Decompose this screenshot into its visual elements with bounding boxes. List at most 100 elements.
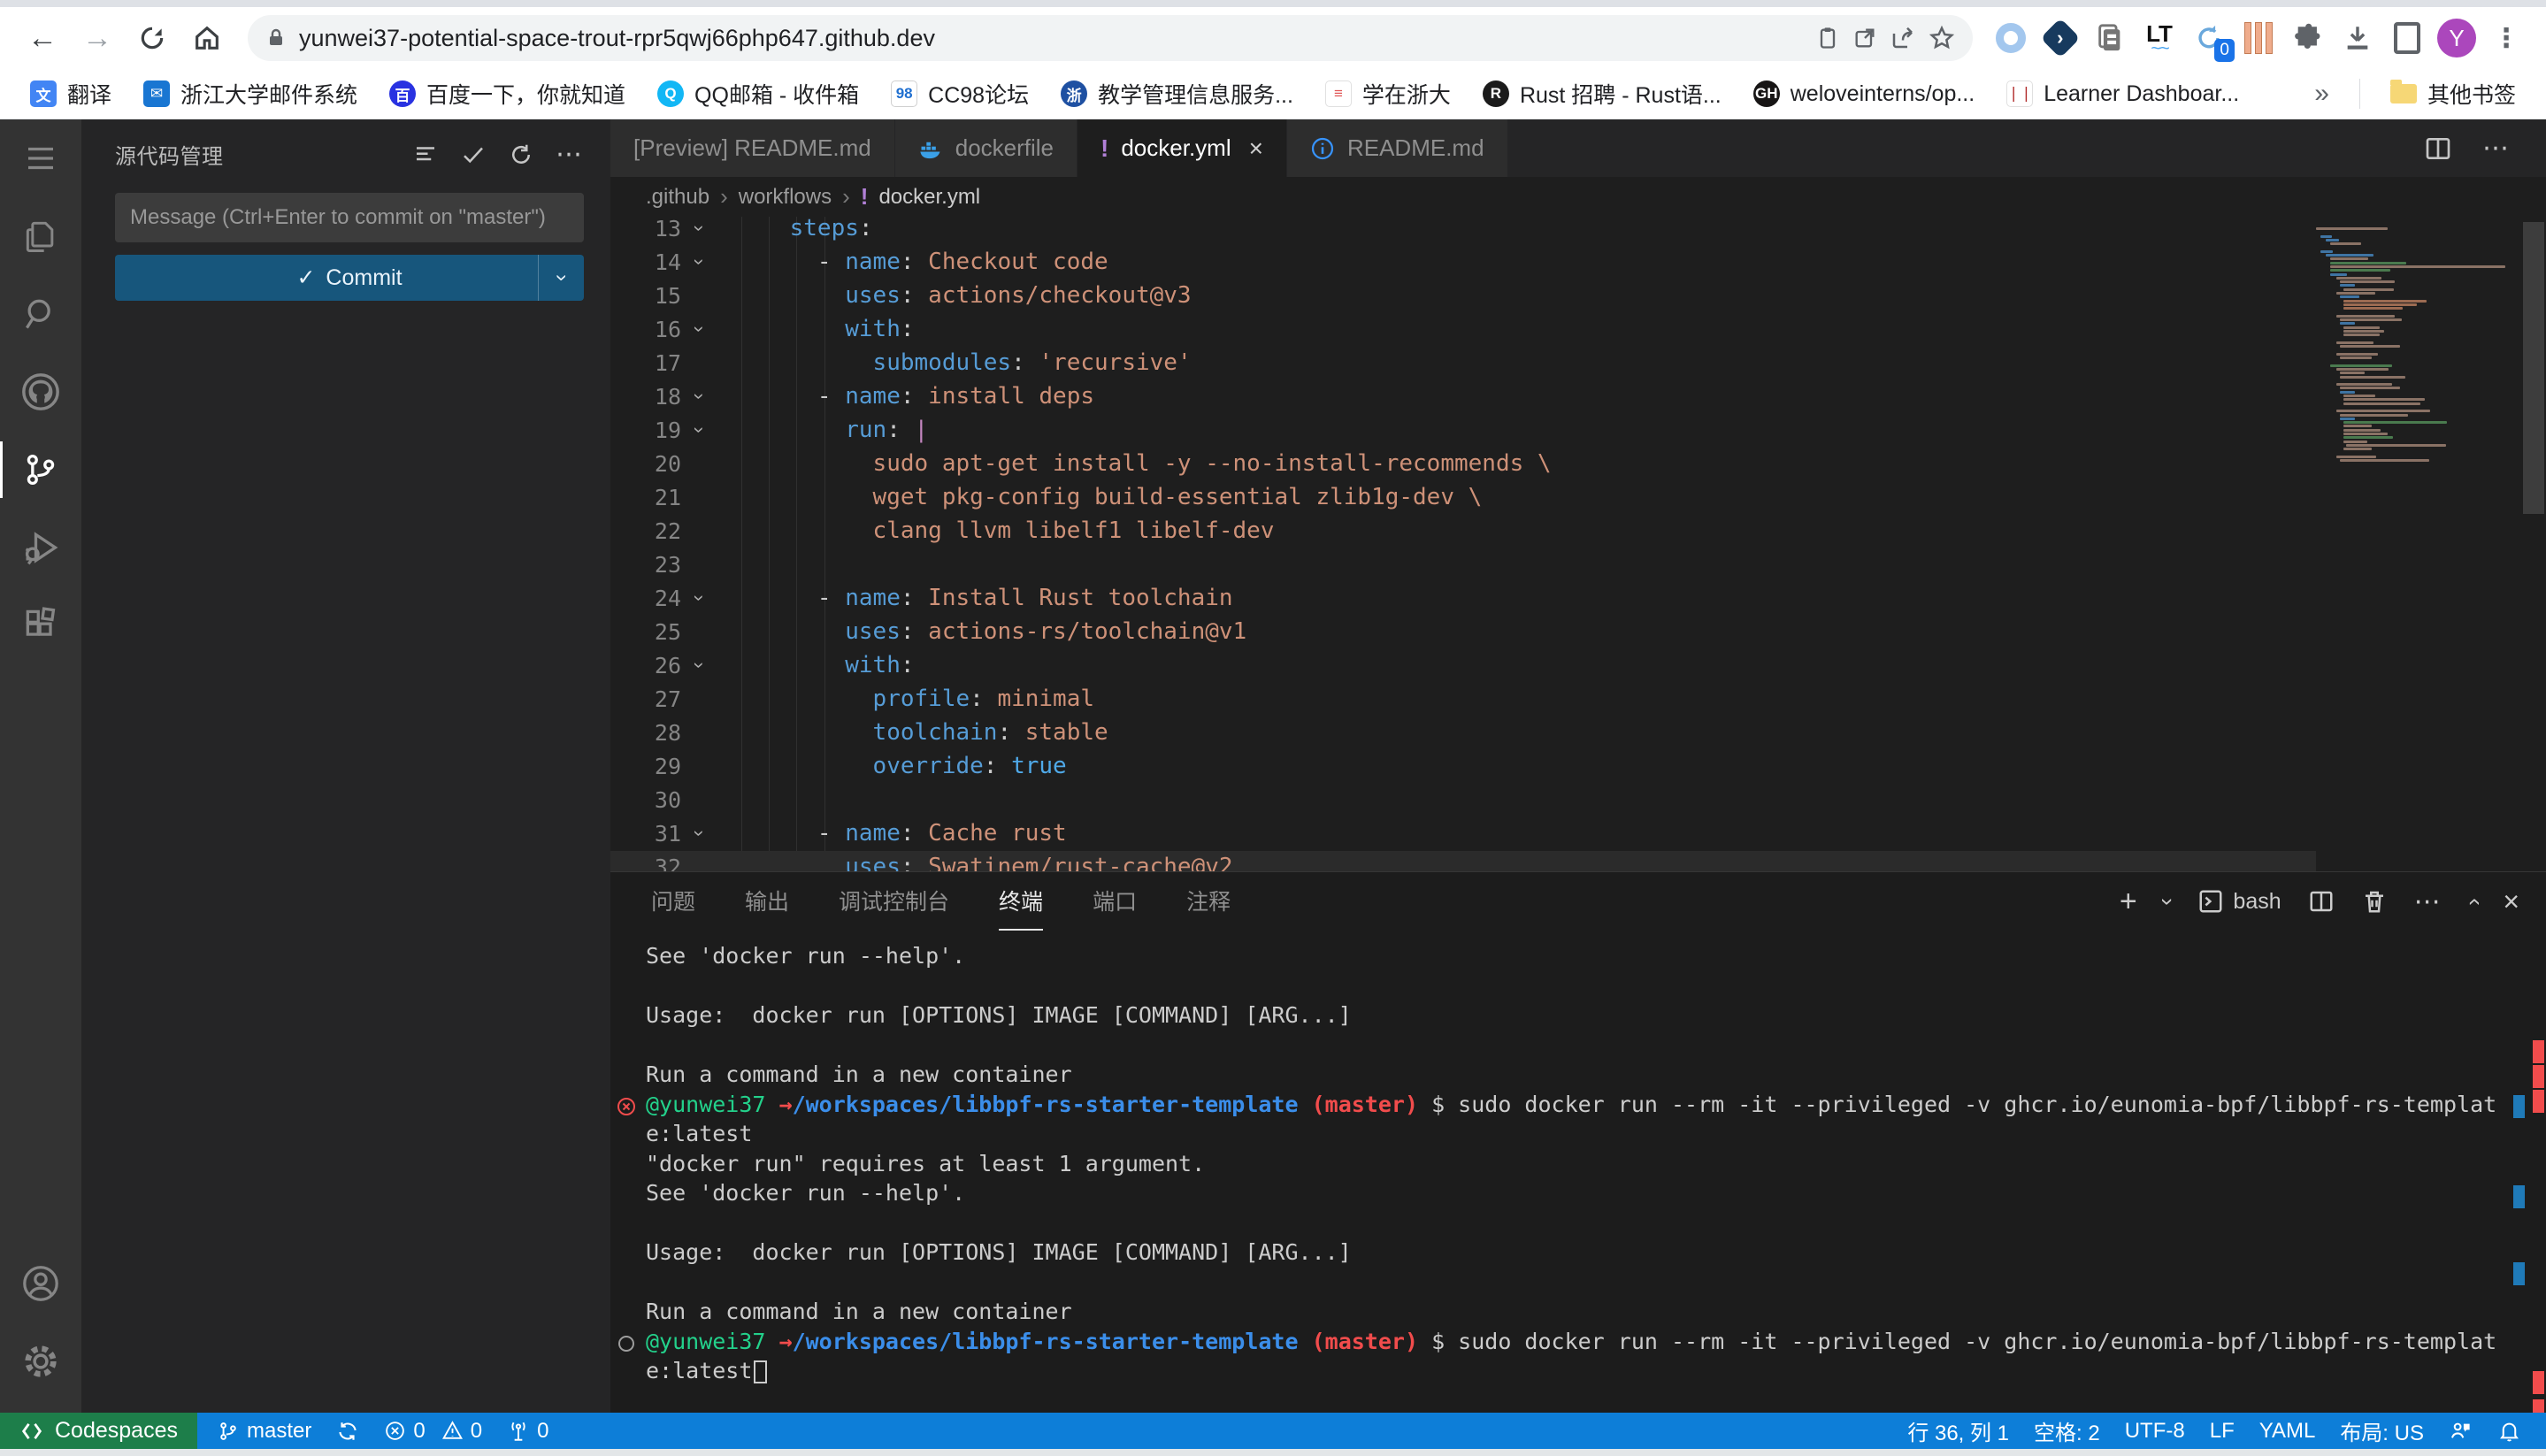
bookmark-qq-mail[interactable]: QQQ邮箱 - 收件箱	[645, 74, 871, 113]
code-line[interactable]: 30	[610, 783, 2316, 816]
code-line[interactable]: 17 submodules: 'recursive'	[610, 346, 2316, 379]
fold-chevron-icon[interactable]: ›	[681, 217, 718, 240]
search-icon[interactable]	[0, 275, 81, 353]
scrollbar-slider[interactable]	[2523, 222, 2544, 514]
refresh-button[interactable]	[129, 15, 175, 61]
close-panel-icon[interactable]: ×	[2503, 885, 2519, 918]
browser-menu-icon[interactable]: ⋮	[2486, 18, 2527, 58]
extension-ring-icon[interactable]	[1990, 18, 2031, 58]
encoding[interactable]: UTF-8	[2113, 1413, 2197, 1449]
commit-message-input[interactable]	[115, 193, 584, 242]
terminal-dropdown-chevron[interactable]: ›	[2154, 898, 2182, 906]
fold-chevron-icon[interactable]: ›	[681, 250, 718, 273]
share-icon[interactable]	[1890, 25, 1916, 51]
open-in-new-icon[interactable]	[1852, 26, 1877, 50]
code-line[interactable]: 15 uses: actions/checkout@v3	[610, 279, 2316, 312]
back-button[interactable]: ←	[19, 15, 65, 61]
code-line[interactable]: 29 override: true	[610, 749, 2316, 783]
notifications-bell-icon[interactable]	[2485, 1413, 2534, 1449]
languagetool-icon[interactable]: LT ~~	[2139, 18, 2180, 58]
code-line[interactable]: 32 uses: Swatinem/rust-cache@v2	[610, 850, 2316, 871]
indentation[interactable]: 空格: 2	[2021, 1413, 2113, 1449]
code-line[interactable]: 20 sudo apt-get install -y --no-install-…	[610, 447, 2316, 480]
close-tab-icon[interactable]: ×	[1249, 134, 1263, 163]
split-editor-icon[interactable]	[2424, 134, 2452, 163]
forward-button[interactable]: →	[74, 15, 120, 61]
url-text[interactable]: yunwei37-potential-space-trout-rpr5qwj66…	[299, 25, 1803, 52]
fold-chevron-icon[interactable]: ›	[681, 822, 718, 845]
bookmark-rust[interactable]: RRust 招聘 - Rust语...	[1470, 74, 1734, 113]
keyboard-layout[interactable]: 布局: US	[2327, 1413, 2436, 1449]
code-line[interactable]: 19› run: |	[610, 413, 2316, 447]
code-line[interactable]: 27 profile: minimal	[610, 682, 2316, 716]
panel-tab-注释[interactable]: 注释	[1186, 872, 1231, 931]
fold-chevron-icon[interactable]: ›	[681, 654, 718, 677]
refresh-repo-icon[interactable]	[508, 142, 534, 168]
code-line[interactable]: 22 clang llvm libelf1 libelf-dev	[610, 514, 2316, 548]
bookmark-translate[interactable]: 文翻译	[18, 74, 124, 113]
remote-indicator[interactable]: Codespaces	[0, 1413, 197, 1449]
editor-scrollbar[interactable]	[2521, 217, 2546, 871]
breadcrumb[interactable]: .github›workflows› ! docker.yml	[610, 177, 2546, 217]
run-debug-icon[interactable]	[0, 509, 81, 586]
branch-indicator[interactable]: master	[204, 1413, 324, 1449]
bookmark-github[interactable]: GHweloveinterns/op...	[1741, 77, 1987, 111]
code-line[interactable]: 31› - name: Cache rust	[610, 816, 2316, 850]
minimap[interactable]	[2316, 217, 2521, 871]
github-icon[interactable]	[0, 353, 81, 431]
split-terminal-icon[interactable]	[2308, 888, 2335, 915]
more-actions-icon[interactable]: ⋯	[556, 139, 584, 170]
fold-chevron-icon[interactable]: ›	[681, 586, 718, 609]
clipboard-icon[interactable]	[1815, 26, 1840, 50]
sync-changes-button[interactable]	[324, 1413, 372, 1449]
extension-hexagon-icon[interactable]: ›	[2040, 18, 2081, 58]
fold-chevron-icon[interactable]: ›	[681, 385, 718, 408]
commit-check-icon[interactable]	[460, 142, 487, 168]
bookmark-star-icon[interactable]	[1929, 25, 1955, 51]
tab--preview-readme.md[interactable]: [Preview] README.md	[610, 119, 895, 177]
extension-pens-icon[interactable]	[2238, 18, 2279, 58]
tab-dockerfile[interactable]: dockerfile	[895, 119, 1077, 177]
bookmark-cc98[interactable]: 98CC98论坛	[878, 74, 1041, 113]
downloads-icon[interactable]	[2337, 18, 2378, 58]
panel-tab-终端[interactable]: 终端	[999, 872, 1043, 931]
code-line[interactable]: 18› - name: install deps	[610, 379, 2316, 413]
settings-gear-icon[interactable]	[0, 1322, 81, 1400]
maximize-panel-chevron[interactable]: ›	[2458, 898, 2486, 906]
breadcrumb-file[interactable]: docker.yml	[878, 185, 980, 210]
home-button[interactable]	[184, 15, 230, 61]
fold-chevron-icon[interactable]: ›	[681, 318, 718, 341]
bookmark-learner[interactable]: ❘❘Learner Dashboar...	[1994, 77, 2251, 111]
code-line[interactable]: 24› - name: Install Rust toolchain	[610, 581, 2316, 615]
bookmarks-overflow-chevron[interactable]: »	[2302, 79, 2342, 109]
tab-sync-icon[interactable]: 0	[2189, 18, 2229, 58]
code-editor[interactable]: 13› steps:14› - name: Checkout code15 us…	[610, 217, 2316, 871]
extension-notes-icon[interactable]	[2090, 18, 2130, 58]
commit-dropdown-chevron[interactable]: ›	[538, 255, 584, 301]
code-line[interactable]: 14› - name: Checkout code	[610, 245, 2316, 279]
bookmark-baidu[interactable]: 百百度一下，你就知道	[377, 74, 638, 113]
editor-more-icon[interactable]: ⋯	[2482, 133, 2511, 164]
panel-more-icon[interactable]: ⋯	[2414, 886, 2442, 917]
terminal-output[interactable]: See 'docker run --help'.Usage: docker ru…	[610, 943, 2521, 1403]
extensions-puzzle-icon[interactable]	[2288, 18, 2328, 58]
accounts-icon[interactable]	[0, 1245, 81, 1322]
bookmark-xuezai[interactable]: ≡学在浙大	[1313, 74, 1463, 113]
panel-tab-问题[interactable]: 问题	[651, 872, 695, 931]
profile-avatar[interactable]: Y	[2436, 18, 2477, 58]
extensions-icon[interactable]	[0, 586, 81, 664]
new-terminal-icon[interactable]: +	[2120, 885, 2137, 919]
fold-chevron-icon[interactable]: ›	[681, 418, 718, 441]
code-line[interactable]: 23	[610, 548, 2316, 581]
code-line[interactable]: 28 toolchain: stable	[610, 716, 2316, 749]
kill-terminal-trash-icon[interactable]	[2361, 888, 2388, 915]
code-line[interactable]: 16› with:	[610, 312, 2316, 346]
code-line[interactable]: 26› with:	[610, 648, 2316, 682]
panel-tab-输出[interactable]: 输出	[745, 872, 789, 931]
breadcrumb-item[interactable]: .github	[646, 185, 709, 210]
tab-readme.md[interactable]: README.md	[1287, 119, 1508, 177]
language-mode[interactable]: YAML	[2247, 1413, 2328, 1449]
shell-selector[interactable]: bash	[2197, 888, 2281, 915]
bookmark-zju-edu[interactable]: 浙教学管理信息服务...	[1048, 74, 1306, 113]
ports-indicator[interactable]: 0	[495, 1413, 561, 1449]
